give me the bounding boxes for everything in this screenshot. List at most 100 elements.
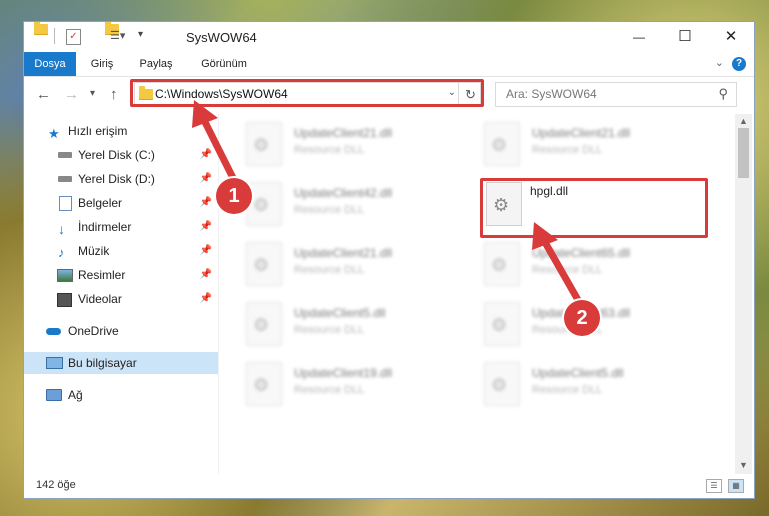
network-icon — [46, 389, 62, 401]
sidebar-item-label: Resimler — [78, 268, 126, 282]
sidebar-item-quick-access[interactable]: ★ Hızlı erişim — [24, 120, 218, 142]
file-name: UpdateClient42.dll — [294, 186, 393, 200]
list-item[interactable]: UpdateClient21.dll Resource DLL — [484, 122, 704, 174]
vertical-scrollbar[interactable]: ▲ ▼ — [735, 114, 752, 474]
sidebar-item-videos[interactable]: Videolar 📌 — [24, 288, 218, 310]
sidebar-item-disk-c[interactable]: Yerel Disk (C:) 📌 — [24, 144, 218, 166]
maximize-button[interactable]: ☐ — [662, 22, 708, 52]
tab-paylas[interactable]: Paylaş — [134, 52, 178, 76]
file-type: Resource DLL — [294, 264, 365, 276]
cloud-icon — [46, 328, 61, 335]
large-icons-view-icon[interactable]: ▦ — [728, 479, 744, 493]
help-icon[interactable]: ? — [732, 57, 746, 71]
properties-icon[interactable]: ✓ — [66, 29, 81, 45]
download-icon: ↓ — [58, 221, 65, 237]
sidebar-item-pictures[interactable]: Resimler 📌 — [24, 264, 218, 286]
tab-dosya[interactable]: Dosya — [24, 52, 76, 76]
scroll-up-icon[interactable]: ▲ — [739, 116, 748, 126]
pin-icon: 📌 — [199, 149, 212, 160]
ribbon-tabs: Dosya Giriş Paylaş Görünüm ⌄ ? — [24, 52, 754, 77]
star-icon: ★ — [48, 126, 60, 141]
dll-file-icon — [484, 362, 520, 406]
folder-icon — [34, 22, 48, 35]
address-highlight — [130, 79, 484, 107]
sidebar-item-documents[interactable]: Belgeler 📌 — [24, 192, 218, 214]
customize-toolbar-icon[interactable]: ☰▾ — [110, 29, 125, 45]
forward-button[interactable]: → — [64, 86, 79, 103]
pin-icon: 📌 — [199, 197, 212, 208]
sidebar-item-label: Müzik — [78, 244, 110, 258]
pin-icon: 📌 — [199, 293, 212, 304]
status-bar: 142 öğe ☰ ▦ — [24, 474, 754, 498]
dll-file-icon — [484, 302, 520, 346]
tab-giris[interactable]: Giriş — [82, 52, 122, 76]
close-button[interactable]: ✕ — [708, 22, 754, 52]
search-box[interactable]: Ara: SysWOW64 ⚲ — [495, 82, 737, 107]
recent-locations-button[interactable]: ▾ — [90, 88, 95, 99]
file-name: UpdateClient65.dll — [532, 246, 631, 260]
dll-file-icon — [484, 242, 520, 286]
step-badge-2: 2 — [564, 300, 600, 336]
documents-icon — [59, 196, 72, 211]
sidebar-item-music[interactable]: ♪ Müzik 📌 — [24, 240, 218, 262]
sidebar-item-this-pc[interactable]: Bu bilgisayar — [24, 352, 218, 374]
drive-icon — [58, 152, 72, 158]
sidebar-item-downloads[interactable]: ↓ İndirmeler 📌 — [24, 216, 218, 238]
search-icon: ⚲ — [718, 86, 728, 101]
expand-ribbon-icon[interactable]: ⌄ — [715, 56, 724, 69]
file-type: Resource DLL — [294, 324, 365, 336]
file-type: Resource DLL — [532, 144, 603, 156]
file-name: UpdateClient19.dll — [294, 366, 393, 380]
list-item[interactable]: UpdateClient5.dll Resource DLL — [484, 362, 704, 414]
videos-icon — [57, 293, 72, 307]
file-type: Resource DLL — [294, 384, 365, 396]
title-bar: ✓ ☰▾ ▾ SysWOW64 — ☐ ✕ — [24, 22, 754, 52]
step-badge-1: 1 — [216, 178, 252, 214]
sidebar-item-network[interactable]: Ağ — [24, 384, 218, 406]
drive-icon — [58, 176, 72, 182]
file-list: UpdateClient21.dll Resource DLL UpdateCl… — [220, 114, 734, 474]
sidebar-item-label: Ağ — [68, 388, 83, 402]
dll-file-icon — [246, 302, 282, 346]
item-count: 142 öğe — [36, 479, 76, 491]
sidebar-item-label: Yerel Disk (D:) — [78, 172, 155, 186]
list-item[interactable]: UpdateClient42.dll Resource DLL — [246, 182, 466, 234]
file-type: Resource DLL — [294, 144, 365, 156]
file-type: Resource DLL — [532, 264, 603, 276]
pictures-icon — [57, 269, 73, 282]
file-type: Resource DLL — [294, 204, 365, 216]
minimize-button[interactable]: — — [616, 22, 662, 52]
dll-file-icon — [246, 122, 282, 166]
pin-icon: 📌 — [199, 269, 212, 280]
scrollbar-thumb[interactable] — [738, 128, 749, 178]
sidebar-item-label: Hızlı erişim — [68, 124, 128, 138]
dll-file-icon — [484, 122, 520, 166]
navigation-pane: ★ Hızlı erişim Yerel Disk (C:) 📌 Yerel D… — [24, 114, 219, 474]
file-name: UpdateClient5.dll — [294, 306, 386, 320]
file-highlight — [480, 178, 708, 238]
file-name: UpdateClient5.dll — [532, 366, 624, 380]
list-item[interactable]: UpdateClient19.dll Resource DLL — [246, 362, 466, 414]
sidebar-item-label: Videolar — [78, 292, 122, 306]
up-button[interactable]: ↑ — [110, 86, 118, 103]
dll-file-icon — [246, 242, 282, 286]
dll-file-icon — [246, 362, 282, 406]
sidebar-item-label: Belgeler — [78, 196, 123, 210]
pin-icon: 📌 — [199, 245, 212, 256]
list-item[interactable]: UpdateClient65.dll Resource DLL — [484, 242, 704, 294]
music-icon: ♪ — [58, 245, 65, 260]
sidebar-item-disk-d[interactable]: Yerel Disk (D:) 📌 — [24, 168, 218, 190]
back-button[interactable]: ← — [36, 86, 51, 103]
quick-access-dropdown-icon[interactable]: ▾ — [138, 29, 143, 45]
details-view-icon[interactable]: ☰ — [706, 479, 722, 493]
tab-gorunum[interactable]: Görünüm — [194, 52, 254, 76]
sidebar-item-onedrive[interactable]: OneDrive — [24, 320, 218, 342]
separator — [54, 28, 55, 44]
file-type: Resource DLL — [532, 384, 603, 396]
explorer-window: ✓ ☰▾ ▾ SysWOW64 — ☐ ✕ Dosya Giriş Paylaş… — [24, 22, 754, 498]
scroll-down-icon[interactable]: ▼ — [739, 460, 748, 470]
search-input[interactable]: Ara: SysWOW64 — [506, 87, 597, 101]
list-item[interactable]: UpdateClient5.dll Resource DLL — [246, 302, 466, 354]
list-item[interactable]: UpdateClient21.dll Resource DLL — [246, 242, 466, 294]
list-item[interactable]: UpdateClient21.dll Resource DLL — [246, 122, 466, 174]
